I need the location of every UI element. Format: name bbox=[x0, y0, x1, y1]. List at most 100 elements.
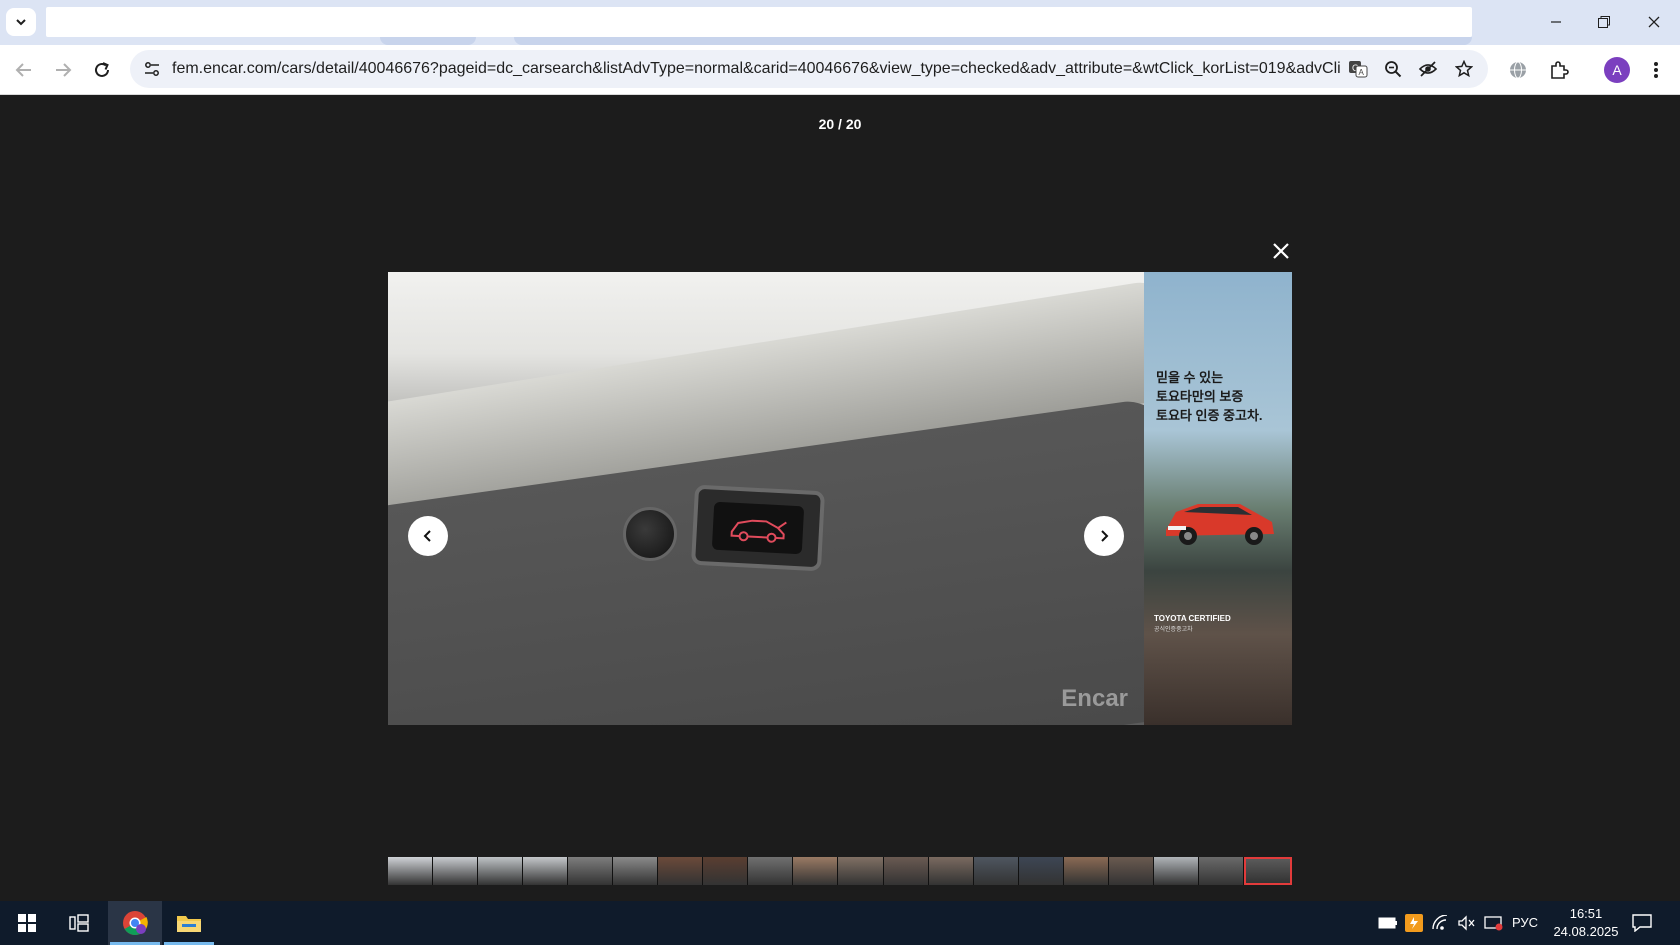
tab-search-button[interactable] bbox=[6, 8, 36, 36]
taskbar: РУС 16:51 24.08.2025 bbox=[0, 901, 1680, 945]
thumbnail-item[interactable] bbox=[883, 857, 929, 885]
forward-button[interactable] bbox=[47, 54, 79, 86]
photo-lock-knob bbox=[623, 507, 677, 561]
ad-brand-sub: 공식인증중고차 bbox=[1154, 627, 1193, 633]
puzzle-icon bbox=[1551, 61, 1569, 79]
thumbnail-item[interactable] bbox=[1063, 857, 1109, 885]
start-button[interactable] bbox=[0, 901, 54, 945]
thumbnail-item[interactable] bbox=[928, 857, 974, 885]
message-icon bbox=[1632, 914, 1652, 932]
taskbar-chrome[interactable] bbox=[108, 901, 162, 945]
app-tray-icon bbox=[1405, 914, 1423, 932]
minimize-button[interactable] bbox=[1532, 8, 1580, 36]
translate-button[interactable]: GA bbox=[1344, 55, 1372, 83]
task-view-button[interactable] bbox=[52, 901, 106, 945]
photo-trunk-switch bbox=[690, 484, 826, 572]
thumbnail-item[interactable] bbox=[478, 857, 524, 885]
browser-toolbar: fem.encar.com/cars/detail/40046676?pagei… bbox=[0, 45, 1680, 95]
clock-time: 16:51 bbox=[1569, 906, 1603, 921]
wifi-icon bbox=[1432, 915, 1448, 930]
clock[interactable]: 16:51 24.08.2025 bbox=[1548, 905, 1624, 941]
extensions-button[interactable] bbox=[1544, 55, 1574, 85]
thumbnail-item[interactable] bbox=[613, 857, 659, 885]
thumbnail-item[interactable] bbox=[658, 857, 704, 885]
star-icon bbox=[1455, 60, 1473, 78]
taskbar-file-explorer[interactable] bbox=[162, 901, 216, 945]
site-info-button[interactable] bbox=[138, 55, 166, 83]
chevron-left-icon bbox=[423, 530, 431, 542]
ad-brand: TOYOTA CERTIFIED bbox=[1154, 614, 1231, 623]
thumbnail-item[interactable] bbox=[1018, 857, 1064, 885]
thumbnail-item[interactable] bbox=[838, 857, 884, 885]
thumbnail-item[interactable] bbox=[1153, 857, 1199, 885]
close-viewer-button[interactable] bbox=[1266, 236, 1296, 266]
arrow-left-icon bbox=[15, 63, 31, 77]
menu-button[interactable] bbox=[1641, 55, 1671, 85]
main-photo: Encar bbox=[388, 272, 1144, 725]
tracking-protection-button[interactable] bbox=[1414, 55, 1442, 83]
close-window-button[interactable] bbox=[1630, 8, 1678, 36]
thumbnail-item[interactable] bbox=[568, 857, 614, 885]
task-view-icon bbox=[69, 914, 89, 932]
thumbnail-item[interactable] bbox=[388, 857, 434, 885]
thumbnail-strip bbox=[388, 857, 1292, 885]
profile-avatar[interactable]: A bbox=[1604, 57, 1630, 83]
network-tray-button[interactable] bbox=[1430, 913, 1450, 933]
ad-line: 토요타 인증 중고차. bbox=[1156, 408, 1263, 423]
close-icon bbox=[1648, 16, 1660, 28]
thumbnail-item[interactable] bbox=[703, 857, 749, 885]
thumbnail-item[interactable] bbox=[748, 857, 794, 885]
folder-icon bbox=[177, 916, 201, 932]
battery-tray-button[interactable] bbox=[1378, 913, 1398, 933]
language-indicator[interactable]: РУС bbox=[1512, 901, 1538, 945]
back-button[interactable] bbox=[8, 54, 40, 86]
more-vertical-icon bbox=[1654, 62, 1658, 78]
photo-viewer: 20 / 20 Encar 믿을 수 있는 토요타만의 보증 토요타 인증 중고… bbox=[0, 96, 1680, 901]
thumbnail-item[interactable] bbox=[433, 857, 479, 885]
thumbnail-item[interactable] bbox=[973, 857, 1019, 885]
clock-date: 24.08.2025 bbox=[1553, 924, 1619, 939]
address-bar[interactable]: fem.encar.com/cars/detail/40046676?pagei… bbox=[130, 50, 1488, 88]
thumbnail-item[interactable] bbox=[1243, 857, 1292, 885]
close-icon bbox=[1273, 243, 1289, 259]
thumbnail-item[interactable] bbox=[523, 857, 569, 885]
ad-car-image bbox=[1166, 504, 1274, 545]
translate-icon: GA bbox=[1349, 61, 1368, 78]
car-trunk-icon bbox=[730, 519, 787, 543]
thumbnail-item[interactable] bbox=[1108, 857, 1154, 885]
chevron-down-icon bbox=[16, 19, 26, 26]
minimize-icon bbox=[1551, 21, 1561, 23]
thumbnail-item[interactable] bbox=[793, 857, 839, 885]
eye-off-icon bbox=[1418, 61, 1438, 77]
reload-button[interactable] bbox=[86, 54, 118, 86]
windows-icon bbox=[18, 914, 36, 932]
restore-icon bbox=[1598, 16, 1610, 28]
chrome-icon bbox=[123, 911, 148, 936]
ad-headline: 믿을 수 있는 토요타만의 보증 토요타 인증 중고차. bbox=[1156, 368, 1286, 425]
next-photo-button[interactable] bbox=[1084, 516, 1124, 556]
previous-photo-button[interactable] bbox=[408, 516, 448, 556]
tab-edge bbox=[380, 37, 476, 45]
display-tray-button[interactable] bbox=[1484, 913, 1504, 933]
zoom-out-icon bbox=[1385, 61, 1402, 78]
zoom-button[interactable] bbox=[1379, 55, 1407, 83]
photo-counter: 20 / 20 bbox=[818, 116, 862, 132]
toyota-ad-banner[interactable]: 믿을 수 있는 토요타만의 보증 토요타 인증 중고차. TOYOTA CERT… bbox=[1144, 272, 1292, 725]
extension-vpn-button[interactable] bbox=[1503, 55, 1533, 85]
monitor-alert-icon bbox=[1484, 916, 1503, 931]
volume-tray-button[interactable] bbox=[1456, 913, 1476, 933]
globe-icon bbox=[1510, 61, 1526, 79]
thumbnail-item[interactable] bbox=[1198, 857, 1244, 885]
restore-button[interactable] bbox=[1580, 8, 1628, 36]
svg-text:A: A bbox=[1359, 68, 1365, 77]
chevron-right-icon bbox=[1101, 530, 1109, 542]
url-text[interactable]: fem.encar.com/cars/detail/40046676?pagei… bbox=[172, 50, 1340, 88]
reload-icon bbox=[95, 62, 109, 77]
tab-strip bbox=[0, 0, 1680, 45]
ad-line: 믿을 수 있는 bbox=[1156, 370, 1224, 385]
tab-bar[interactable] bbox=[46, 7, 1472, 37]
ad-line: 토요타만의 보증 bbox=[1156, 389, 1244, 404]
notifications-button[interactable] bbox=[1630, 911, 1654, 935]
bookmark-button[interactable] bbox=[1450, 55, 1478, 83]
app-tray-button[interactable] bbox=[1404, 913, 1424, 933]
